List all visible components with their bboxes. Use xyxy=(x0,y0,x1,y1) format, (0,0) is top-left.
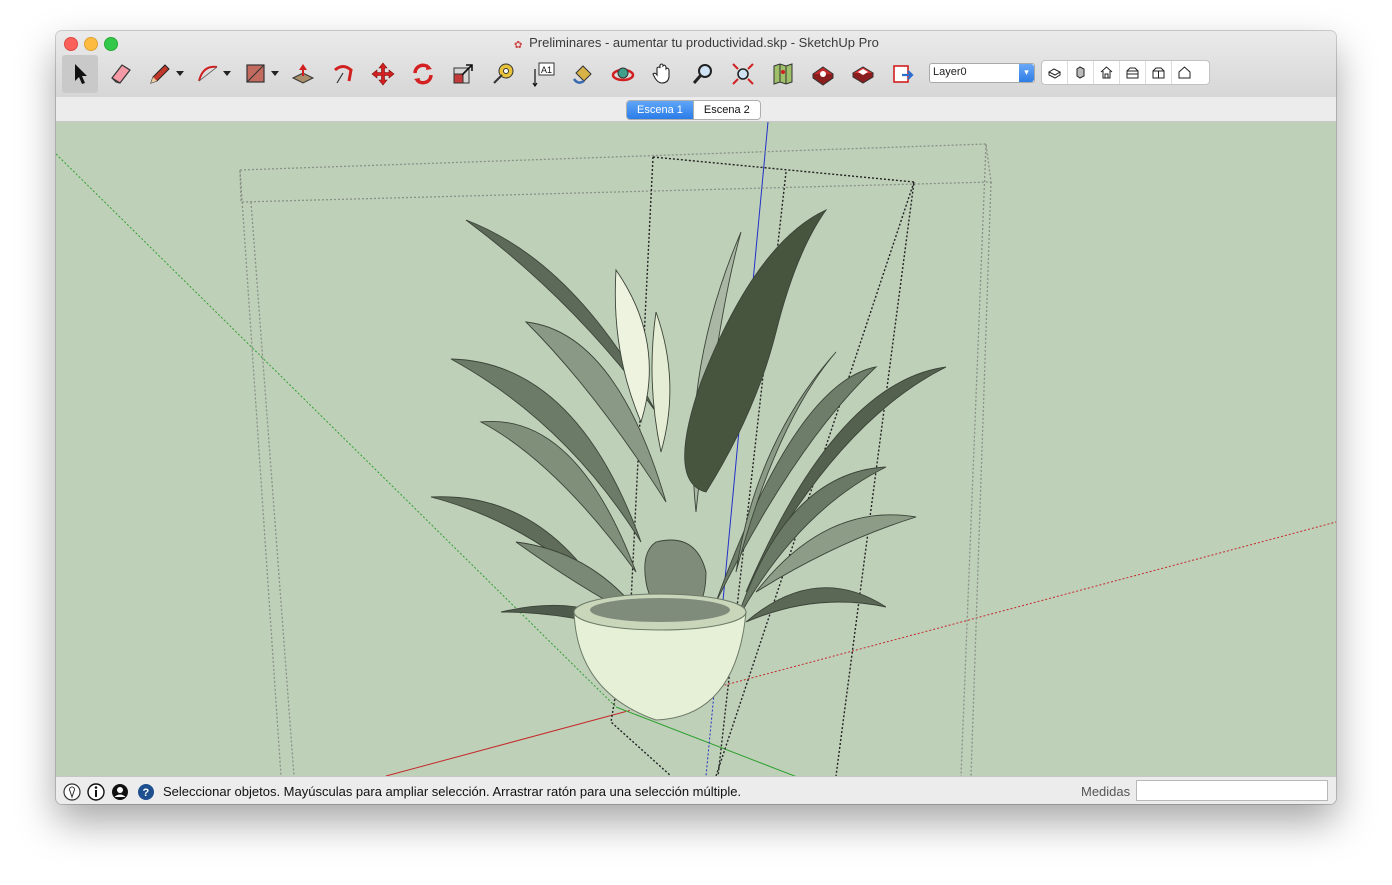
info-icon[interactable] xyxy=(87,783,105,801)
extension-icon xyxy=(852,66,874,84)
user-account-icon[interactable] xyxy=(111,783,129,801)
front-view-icon xyxy=(1100,66,1113,79)
iso-view-button[interactable] xyxy=(1042,61,1068,84)
zoom-extents-tool-button[interactable] xyxy=(725,55,761,93)
chevron-down-icon[interactable] xyxy=(223,69,231,77)
pan-tool-button[interactable] xyxy=(645,55,681,93)
plant-model[interactable] xyxy=(430,208,947,633)
back-view-icon xyxy=(1152,67,1165,79)
standard-views-group xyxy=(1041,60,1210,85)
layer-select-value: Layer0 xyxy=(933,66,967,78)
tab-escena-2[interactable]: Escena 2 xyxy=(692,101,760,119)
sketchup-window: ✿ Preliminares - aumentar tu productivida… xyxy=(56,31,1336,804)
select-tool-button[interactable] xyxy=(62,55,98,93)
zoom-extents-icon xyxy=(732,63,754,85)
add-location-tool-button[interactable] xyxy=(765,55,801,93)
svg-text:?: ? xyxy=(143,787,150,799)
chevron-down-icon[interactable]: ▾ xyxy=(1019,64,1034,82)
orbit-tool-button[interactable] xyxy=(605,55,641,93)
pencil-tool-button[interactable] xyxy=(142,55,178,93)
text-tool-button[interactable]: A1 xyxy=(525,55,561,93)
top-view-button[interactable] xyxy=(1068,61,1094,84)
tape-measure-tool-button[interactable] xyxy=(485,55,521,93)
push-pull-tool-button[interactable] xyxy=(285,55,321,93)
scale-tool-button[interactable] xyxy=(445,55,481,93)
back-view-button[interactable] xyxy=(1146,61,1172,84)
help-icon[interactable]: ? xyxy=(137,783,155,801)
move-tool-button[interactable] xyxy=(365,55,401,93)
measurements-label: Medidas xyxy=(1081,784,1131,799)
status-message: Seleccionar objetos. Mayúsculas para amp… xyxy=(163,784,742,799)
scene-tabs-bar: Escena 1 Escena 2 xyxy=(56,97,1336,122)
right-view-icon xyxy=(1126,67,1139,79)
zoom-tool-button[interactable] xyxy=(685,55,721,93)
document-icon: ✿ xyxy=(513,40,523,51)
follow-me-icon xyxy=(334,65,353,84)
measurements-input[interactable] xyxy=(1136,780,1328,801)
model-canvas[interactable] xyxy=(56,122,1336,776)
3d-warehouse-tool-button[interactable] xyxy=(805,55,841,93)
title-bar: ✿ Preliminares - aumentar tu productivida… xyxy=(56,31,1336,98)
rotate-tool-button[interactable] xyxy=(405,55,441,93)
status-bar: ? Seleccionar objetos. Mayúsculas para a… xyxy=(56,776,1336,804)
send-to-layout-tool-button[interactable] xyxy=(885,55,921,93)
tab-escena-1[interactable]: Escena 1 xyxy=(627,101,693,119)
drawing-viewport[interactable] xyxy=(56,122,1336,776)
magnifier-icon xyxy=(692,64,712,84)
geo-location-icon[interactable] xyxy=(63,783,81,801)
arc-tool-button[interactable] xyxy=(190,55,226,93)
paint-bucket-icon xyxy=(572,65,592,84)
right-view-button[interactable] xyxy=(1120,61,1146,84)
red-axis xyxy=(385,711,625,776)
arrow-cursor-icon xyxy=(75,64,87,84)
layer-select[interactable]: Layer0 ▾ xyxy=(929,63,1035,83)
top-view-icon xyxy=(1076,66,1085,79)
left-view-icon xyxy=(1178,66,1191,79)
orbit-icon xyxy=(611,67,635,82)
front-view-button[interactable] xyxy=(1094,61,1120,84)
rotate-icon xyxy=(413,63,433,85)
chevron-down-icon[interactable] xyxy=(176,69,184,77)
iso-view-icon xyxy=(1048,68,1061,79)
rectangle-icon xyxy=(246,64,265,83)
left-view-button[interactable] xyxy=(1172,61,1197,84)
follow-me-tool-button[interactable] xyxy=(325,55,361,93)
chevron-down-icon[interactable] xyxy=(271,69,279,77)
layout-icon xyxy=(893,65,914,83)
text-a1-icon: A1 xyxy=(532,62,555,87)
extension-warehouse-tool-button[interactable] xyxy=(845,55,881,93)
map-icon xyxy=(773,63,793,85)
push-pull-icon xyxy=(291,64,315,84)
paint-bucket-tool-button[interactable] xyxy=(565,55,601,93)
scene-tabs: Escena 1 Escena 2 xyxy=(626,100,761,120)
warehouse-icon xyxy=(812,66,834,86)
eraser-tool-button[interactable] xyxy=(102,55,138,93)
svg-text:A1: A1 xyxy=(541,65,552,75)
hand-icon xyxy=(652,63,670,84)
arc-icon xyxy=(198,65,218,82)
rectangle-tool-button[interactable] xyxy=(238,55,274,93)
scale-icon xyxy=(453,64,473,84)
move-icon xyxy=(371,62,395,86)
window-title: ✿ Preliminares - aumentar tu productivida… xyxy=(513,35,879,51)
tape-measure-icon xyxy=(493,63,514,84)
eraser-icon xyxy=(111,64,131,84)
plant-pot[interactable] xyxy=(573,593,747,721)
main-toolbar: A1 Layer0 ▾ xyxy=(56,55,1336,95)
pencil-icon xyxy=(150,64,170,84)
